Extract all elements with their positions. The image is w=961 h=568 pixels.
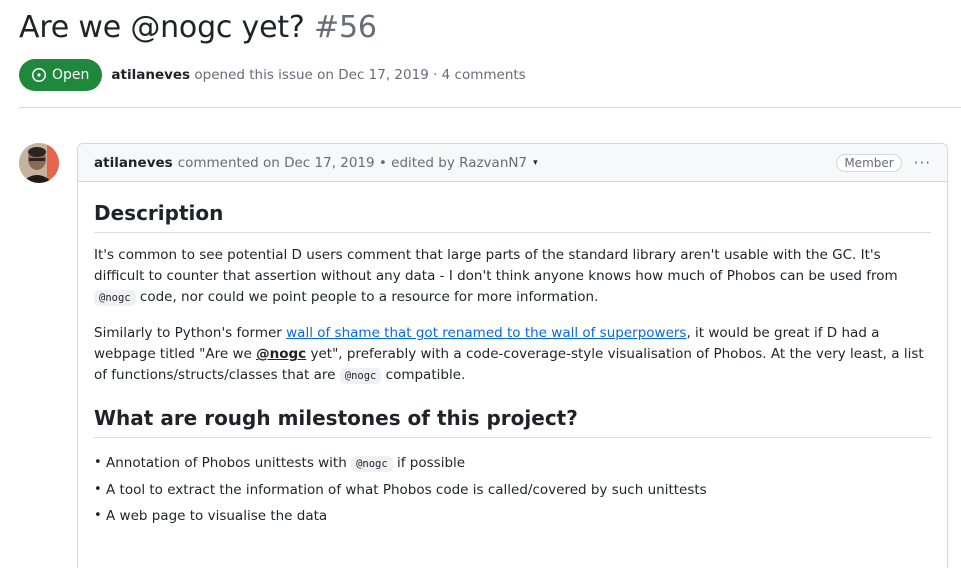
issue-title: Are we @nogc yet? #56 xyxy=(19,10,377,45)
state-label: Open xyxy=(52,67,90,83)
member-badge: Member xyxy=(836,153,902,172)
issue-meta: Open atilaneves opened this issue on Dec… xyxy=(19,59,526,91)
issue-opened-info: atilaneves opened this issue on Dec 17, … xyxy=(111,67,525,83)
list-item: A web page to visualise the data xyxy=(94,503,931,529)
comment-card: atilaneves commented on Dec 17, 2019 • e… xyxy=(77,143,948,568)
heading-milestones: What are rough milestones of this projec… xyxy=(94,406,931,438)
comment-body: Description It's common to see potential… xyxy=(78,201,947,529)
comment-author-link[interactable]: atilaneves xyxy=(94,155,173,171)
inline-code: @nogc xyxy=(339,368,382,384)
paragraph-intro: It's common to see potential D users com… xyxy=(94,245,931,309)
inline-code: @nogc xyxy=(351,456,393,472)
p2-text: Similarly to Python's former xyxy=(94,325,282,341)
p1-tail: code, nor could we point people to a res… xyxy=(139,289,599,305)
comment-header: atilaneves commented on Dec 17, 2019 • e… xyxy=(78,144,947,182)
issue-number: #56 xyxy=(314,10,377,45)
issue-opened-icon xyxy=(32,68,46,82)
milestones-list: Annotation of Phobos unittests with @nog… xyxy=(94,450,931,529)
nogc-team-mention[interactable]: @nogc xyxy=(256,346,306,362)
issue-title-text: Are we @nogc yet? xyxy=(19,10,305,45)
wall-of-superpowers-link[interactable]: wall of shame that got renamed to the wa… xyxy=(286,325,686,341)
issue-opened-text: opened this issue on Dec 17, 2019 · 4 co… xyxy=(194,67,526,83)
state-badge: Open xyxy=(19,59,103,91)
user-avatar[interactable] xyxy=(19,143,59,183)
list-item-text: A tool to extract the information of wha… xyxy=(106,482,707,498)
list-item: Annotation of Phobos unittests with @nog… xyxy=(94,450,931,477)
list-item-tail: if possible xyxy=(397,455,466,471)
list-item: A tool to extract the information of wha… xyxy=(94,477,931,503)
edit-history-chevron-icon[interactable]: ▾ xyxy=(533,158,538,168)
list-item-text: A web page to visualise the data xyxy=(106,508,328,524)
paragraph-proposal: Similarly to Python's former wall of sha… xyxy=(94,323,931,387)
header-divider xyxy=(19,107,961,108)
heading-description: Description xyxy=(94,201,931,233)
p2-tail: compatible. xyxy=(385,367,466,383)
issue-author-link[interactable]: atilaneves xyxy=(111,67,190,83)
list-item-text: Annotation of Phobos unittests with xyxy=(106,455,347,471)
p1-text: It's common to see potential D users com… xyxy=(94,247,898,284)
kebab-horizontal-icon[interactable]: ··· xyxy=(914,154,931,172)
inline-code: @nogc xyxy=(94,290,136,306)
comment-meta-text: commented on Dec 17, 2019 • edited by Ra… xyxy=(177,154,528,171)
